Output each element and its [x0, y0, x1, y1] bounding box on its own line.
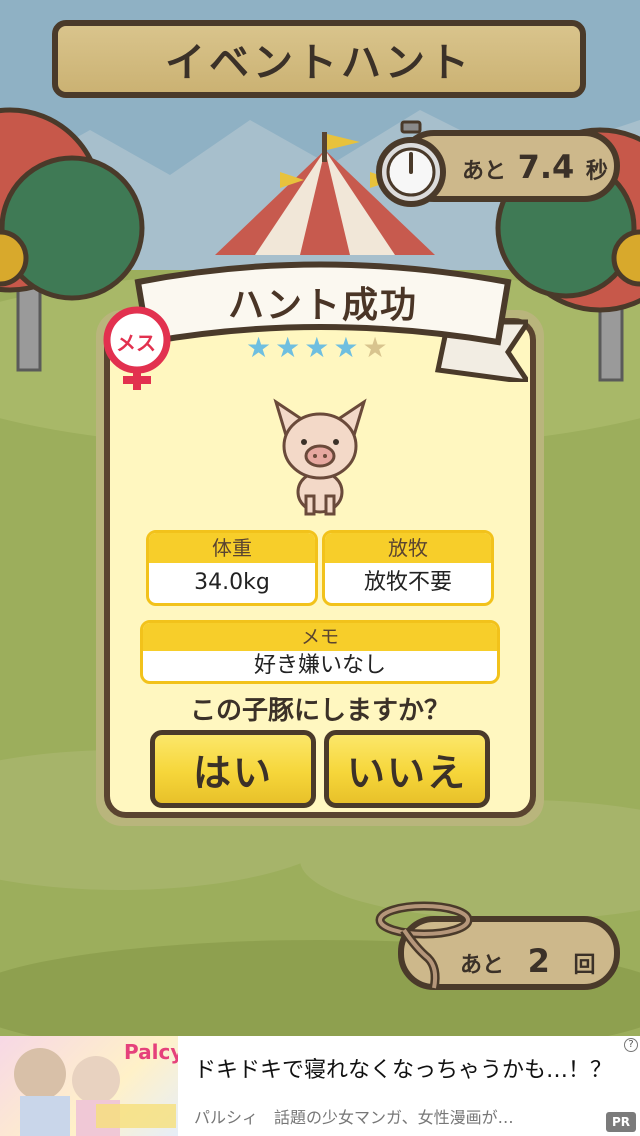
memo-box: メモ 好き嫌いなし	[140, 620, 500, 684]
ad-info-icon[interactable]: ?	[624, 1038, 638, 1052]
tries-unit: 回	[573, 953, 596, 978]
memo-label: メモ	[143, 623, 497, 651]
tries-value: 2	[527, 942, 550, 980]
confirm-question: この子豚にしますか？	[189, 696, 450, 726]
no-button[interactable]: いいえ	[324, 730, 490, 808]
piglet-illustration	[273, 398, 367, 516]
ad-subtitle: パルシィ 話題の少女マンガ、女性漫画が…	[194, 1108, 514, 1127]
star-icon: ★	[333, 331, 359, 364]
memo-value: 好き嫌いなし	[253, 653, 386, 678]
gender-label: メス	[116, 331, 156, 355]
lasso-icon	[375, 901, 473, 989]
star-icon: ★	[275, 331, 301, 364]
weight-value: 34.0kg	[194, 570, 270, 595]
timer-value: 7.4	[517, 148, 575, 186]
page-title: イベントハント	[165, 40, 473, 86]
timer-readout: あと 7.4 秒	[462, 148, 608, 186]
result-title: ハント成功	[227, 285, 418, 326]
ad-banner[interactable]: Palcy ドキドキで寝れなくなっちゃうかも…！？ パルシィ 話題の少女マンガ、…	[0, 1036, 640, 1136]
event-title-board: イベントハント	[52, 20, 586, 98]
yes-button[interactable]: はい	[150, 730, 316, 808]
ad-headline[interactable]: ドキドキで寝れなくなっちゃうかも…！？	[194, 1052, 612, 1084]
timer-unit: 秒	[585, 159, 608, 184]
weight-box: 体重 34.0kg	[146, 530, 318, 606]
rating-stars: ★ ★ ★ ★ ★	[246, 332, 388, 364]
tries-readout: あと 2 回	[460, 942, 595, 980]
weight-label: 体重	[149, 533, 315, 563]
timer-prefix: あと	[462, 159, 507, 184]
star-icon: ★	[304, 331, 330, 364]
grazing-label: 放牧	[325, 533, 491, 563]
grazing-box: 放牧 放牧不要	[322, 530, 494, 606]
stopwatch-icon	[376, 120, 446, 207]
ad-thumbnail[interactable]: Palcy	[0, 1036, 178, 1136]
ad-brand-logo: Palcy	[124, 1040, 178, 1064]
grazing-value: 放牧不要	[363, 570, 452, 595]
star-icon: ★	[246, 331, 272, 364]
star-empty-icon: ★	[362, 331, 388, 364]
ad-pr-badge: PR	[606, 1112, 636, 1132]
